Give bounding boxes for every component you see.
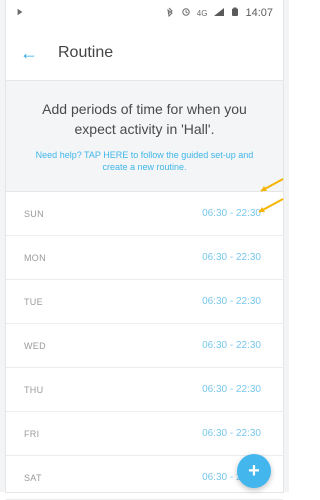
signal-icon	[213, 7, 225, 20]
day-label: SUN	[24, 208, 44, 219]
day-label: TUE	[24, 296, 43, 307]
bluetooth-icon	[165, 7, 175, 20]
routine-row[interactable]: WED 06:30 - 22:30	[6, 324, 283, 368]
phone-frame: 4G 14:07 ← Routine Add periods of time f…	[0, 0, 289, 500]
day-label: MON	[24, 252, 46, 263]
routine-row[interactable]: SUN 06:30 - 22:30	[6, 192, 283, 236]
day-label: SAT	[24, 472, 42, 483]
day-label: THU	[24, 384, 44, 395]
day-label: WED	[24, 340, 46, 351]
app-bar: ← Routine	[6, 26, 283, 81]
callout-arrow-icon	[260, 178, 284, 192]
alarm-icon	[181, 7, 191, 20]
add-routine-button[interactable]: +	[237, 454, 271, 488]
time-range[interactable]: 06:30 - 22:30	[202, 340, 261, 351]
status-left	[16, 7, 24, 19]
time-range[interactable]: 06:30 - 22:30	[202, 252, 261, 263]
mobile-data-icon: 4G	[196, 8, 208, 18]
status-time: 14:07	[245, 7, 273, 19]
time-range[interactable]: 06:30 - 22:30	[202, 384, 261, 395]
page-title: Routine	[58, 44, 114, 61]
info-main-text: Add periods of time for when you expect …	[42, 101, 247, 137]
callout-arrow-icon	[258, 198, 284, 213]
info-panel: Add periods of time for when you expect …	[6, 81, 283, 192]
status-right: 4G 14:07	[165, 7, 273, 20]
status-bar: 4G 14:07	[6, 0, 283, 26]
time-range[interactable]: 06:30 - 22:30	[202, 296, 261, 307]
time-range[interactable]: 06:30 - 22:30	[202, 428, 261, 439]
routine-row[interactable]: MON 06:30 - 22:30	[6, 236, 283, 280]
plus-icon: +	[248, 459, 260, 482]
routine-row[interactable]: TUE 06:30 - 22:30	[6, 280, 283, 324]
back-button[interactable]: ←	[16, 40, 42, 66]
screen: 4G 14:07 ← Routine Add periods of time f…	[6, 0, 284, 500]
play-icon	[16, 7, 24, 19]
help-link[interactable]: Need help? TAP HERE to follow the guided…	[22, 149, 267, 173]
routine-row[interactable]: FRI 06:30 - 22:30	[6, 412, 283, 456]
routine-row[interactable]: THU 06:30 - 22:30	[6, 368, 283, 412]
battery-icon	[231, 7, 239, 20]
back-arrow-icon: ←	[20, 42, 38, 63]
day-label: FRI	[24, 428, 40, 439]
routine-list: SUN 06:30 - 22:30 MON 06:30 - 22:30 TUE …	[6, 192, 283, 500]
